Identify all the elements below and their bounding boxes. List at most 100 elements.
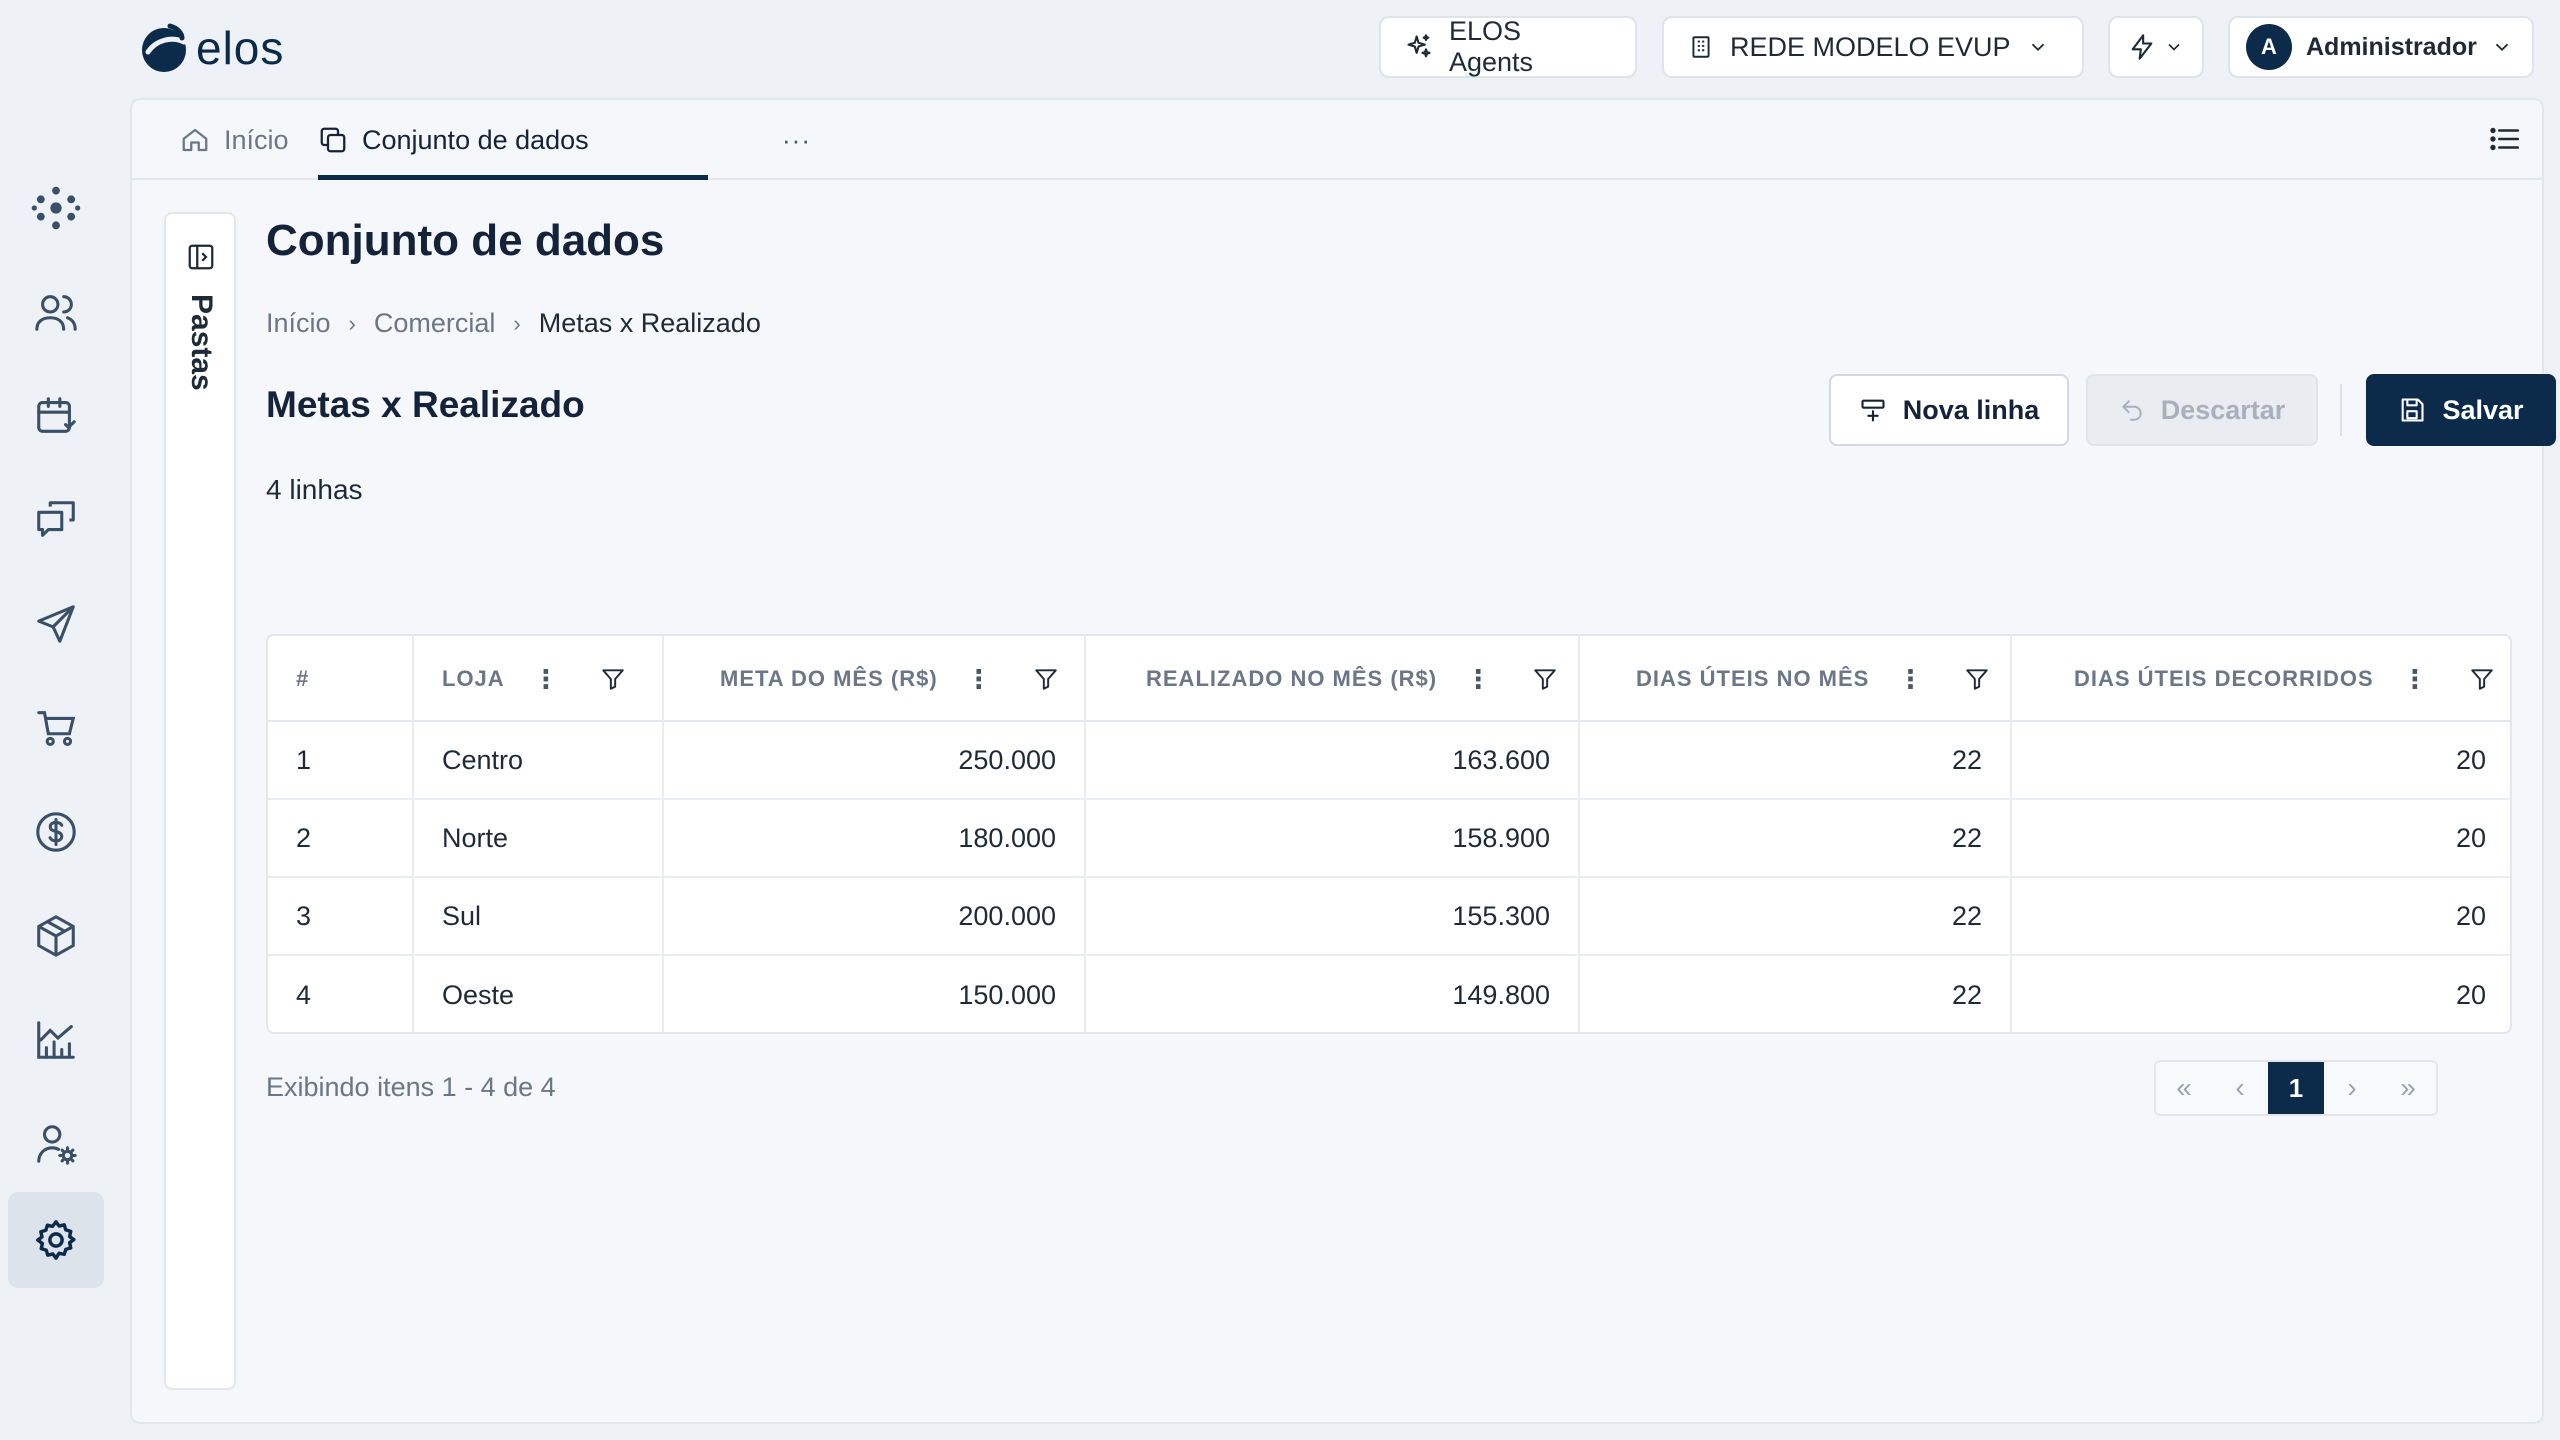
next-page-icon[interactable]: › <box>2324 1062 2380 1114</box>
column-menu-icon[interactable]: ⋮ <box>966 666 993 692</box>
column-header-dias-uteis[interactable]: DIAS ÚTEIS NO MÊS ⋮ <box>1580 636 2012 722</box>
column-menu-icon[interactable]: ⋮ <box>533 666 560 692</box>
save-icon <box>2402 398 2425 422</box>
list-icon[interactable] <box>2488 122 2522 156</box>
elos-logo[interactable]: elos <box>138 20 284 76</box>
page-number-button[interactable]: 1 <box>2268 1062 2324 1114</box>
column-menu-icon[interactable]: ⋮ <box>1897 666 1924 692</box>
cell-realizado[interactable]: 163.600 <box>1086 722 1580 798</box>
filter-icon[interactable] <box>600 666 626 692</box>
cell-dias-uteis[interactable]: 22 <box>1580 956 2012 1032</box>
previous-page-icon[interactable]: ‹ <box>2212 1062 2268 1114</box>
cell-dias-decorridos[interactable]: 20 <box>2012 722 2510 798</box>
user-menu[interactable]: A Administrador <box>2228 16 2534 78</box>
cell-dias-uteis[interactable]: 22 <box>1580 722 2012 798</box>
lightning-icon <box>2131 34 2153 60</box>
building-icon <box>1692 36 1710 58</box>
tab-home[interactable]: Início <box>180 100 289 180</box>
network-label: REDE MODELO EVUP <box>1730 31 2011 62</box>
cell-dias-decorridos[interactable]: 20 <box>2012 800 2510 876</box>
column-header-meta[interactable]: META DO MÊS (R$) ⋮ <box>664 636 1086 722</box>
pagination: « ‹ 1 › » <box>2154 1060 2438 1116</box>
pagination-summary: Exibindo itens 1 - 4 de 4 <box>266 1072 556 1102</box>
page-title: Conjunto de dados <box>266 216 665 265</box>
cell-index[interactable]: 3 <box>268 878 414 954</box>
cell-dias-uteis[interactable]: 22 <box>1580 878 2012 954</box>
quick-actions-button[interactable] <box>2108 16 2204 78</box>
gear-icon[interactable] <box>8 1192 104 1288</box>
new-row-button[interactable]: Nova linha <box>1829 374 2069 446</box>
cell-dias-decorridos[interactable]: 20 <box>2012 956 2510 1032</box>
column-header-index[interactable]: # <box>268 636 414 722</box>
logo-text: elos <box>196 22 285 74</box>
column-header-dias-decorridos[interactable]: DIAS ÚTEIS DECORRIDOS ⋮ <box>2012 636 2510 722</box>
breadcrumb-item-comercial[interactable]: Comercial <box>374 308 496 339</box>
table-row[interactable]: 2 Norte 180.000 158.900 22 20 <box>268 800 2510 878</box>
tab-dataset-label: Conjunto de dados <box>362 124 589 155</box>
cell-loja[interactable]: Sul <box>414 878 664 954</box>
filter-icon[interactable] <box>1964 666 1990 692</box>
chevron-right-icon: › <box>513 310 521 336</box>
table-row[interactable]: 1 Centro 250.000 163.600 22 20 <box>268 722 2510 800</box>
elos-logo-mark-icon <box>142 23 187 72</box>
folders-label: Pastas <box>185 294 218 391</box>
elos-agents-button[interactable]: ELOS Agents <box>1379 16 1637 78</box>
tab-dataset[interactable]: Conjunto de dados <box>318 100 609 180</box>
cell-index[interactable]: 2 <box>268 800 414 876</box>
cell-meta[interactable]: 250.000 <box>664 722 1086 798</box>
last-page-icon[interactable]: » <box>2380 1062 2436 1114</box>
filter-icon[interactable] <box>2469 666 2495 692</box>
cell-meta[interactable]: 180.000 <box>664 800 1086 876</box>
column-header-realizado[interactable]: REALIZADO NO MÊS (R$) ⋮ <box>1086 636 1580 722</box>
table-row[interactable]: 4 Oeste 150.000 149.800 22 20 <box>268 956 2510 1032</box>
analytics-icon[interactable] <box>8 992 104 1088</box>
cell-realizado[interactable]: 158.900 <box>1086 800 1580 876</box>
elos-agents-label: ELOS Agents <box>1448 16 1534 77</box>
cell-loja[interactable]: Centro <box>414 722 664 798</box>
column-menu-icon[interactable]: ⋮ <box>2402 666 2429 692</box>
tab-more-button[interactable]: ··· <box>782 100 811 180</box>
network-selector[interactable]: REDE MODELO EVUP <box>1662 16 2084 78</box>
home-icon <box>182 128 208 152</box>
chevron-down-icon <box>2168 43 2180 51</box>
user-name: Administrador <box>2306 32 2477 61</box>
cell-loja[interactable]: Oeste <box>414 956 664 1032</box>
calendar-icon[interactable] <box>8 368 104 464</box>
table-row[interactable]: 3 Sul 200.000 155.300 22 20 <box>268 878 2510 956</box>
first-page-icon[interactable]: « <box>2156 1062 2212 1114</box>
user-settings-icon[interactable] <box>8 1096 104 1192</box>
cell-loja[interactable]: Norte <box>414 800 664 876</box>
cell-meta[interactable]: 150.000 <box>664 956 1086 1032</box>
chevron-right-icon: › <box>348 310 356 336</box>
filter-icon[interactable] <box>1532 666 1558 692</box>
cell-dias-decorridos[interactable]: 20 <box>2012 878 2510 954</box>
cart-icon[interactable] <box>8 680 104 776</box>
breadcrumb-item-home[interactable]: Início <box>266 308 331 339</box>
chevron-down-icon <box>2495 43 2509 52</box>
column-menu-icon[interactable]: ⋮ <box>1465 666 1492 692</box>
users-icon[interactable] <box>8 264 104 360</box>
cell-index[interactable]: 1 <box>268 722 414 798</box>
save-button[interactable]: Salvar <box>2366 374 2556 446</box>
chevron-down-icon <box>2031 43 2044 52</box>
network-icon[interactable] <box>8 160 104 256</box>
dollar-icon[interactable] <box>8 784 104 880</box>
discard-button[interactable]: Descartar <box>2086 374 2318 446</box>
sidebar-expand-icon[interactable] <box>186 242 216 272</box>
add-row-icon <box>1861 399 1885 422</box>
column-header-loja[interactable]: LOJA ⋮ <box>414 636 664 722</box>
chat-icon[interactable] <box>8 472 104 568</box>
cell-realizado[interactable]: 155.300 <box>1086 878 1580 954</box>
send-icon[interactable] <box>8 576 104 672</box>
row-count: 4 linhas <box>266 474 363 505</box>
filter-icon[interactable] <box>1033 666 1059 692</box>
cell-dias-uteis[interactable]: 22 <box>1580 800 2012 876</box>
folders-panel[interactable]: Pastas <box>164 212 236 1390</box>
cell-realizado[interactable]: 149.800 <box>1086 956 1580 1032</box>
cell-index[interactable]: 4 <box>268 956 414 1032</box>
box-icon[interactable] <box>8 888 104 984</box>
sparkles-icon <box>1407 34 1431 58</box>
active-tab-indicator <box>318 175 708 180</box>
cell-meta[interactable]: 200.000 <box>664 878 1086 954</box>
breadcrumb-item-current: Metas x Realizado <box>538 308 761 338</box>
